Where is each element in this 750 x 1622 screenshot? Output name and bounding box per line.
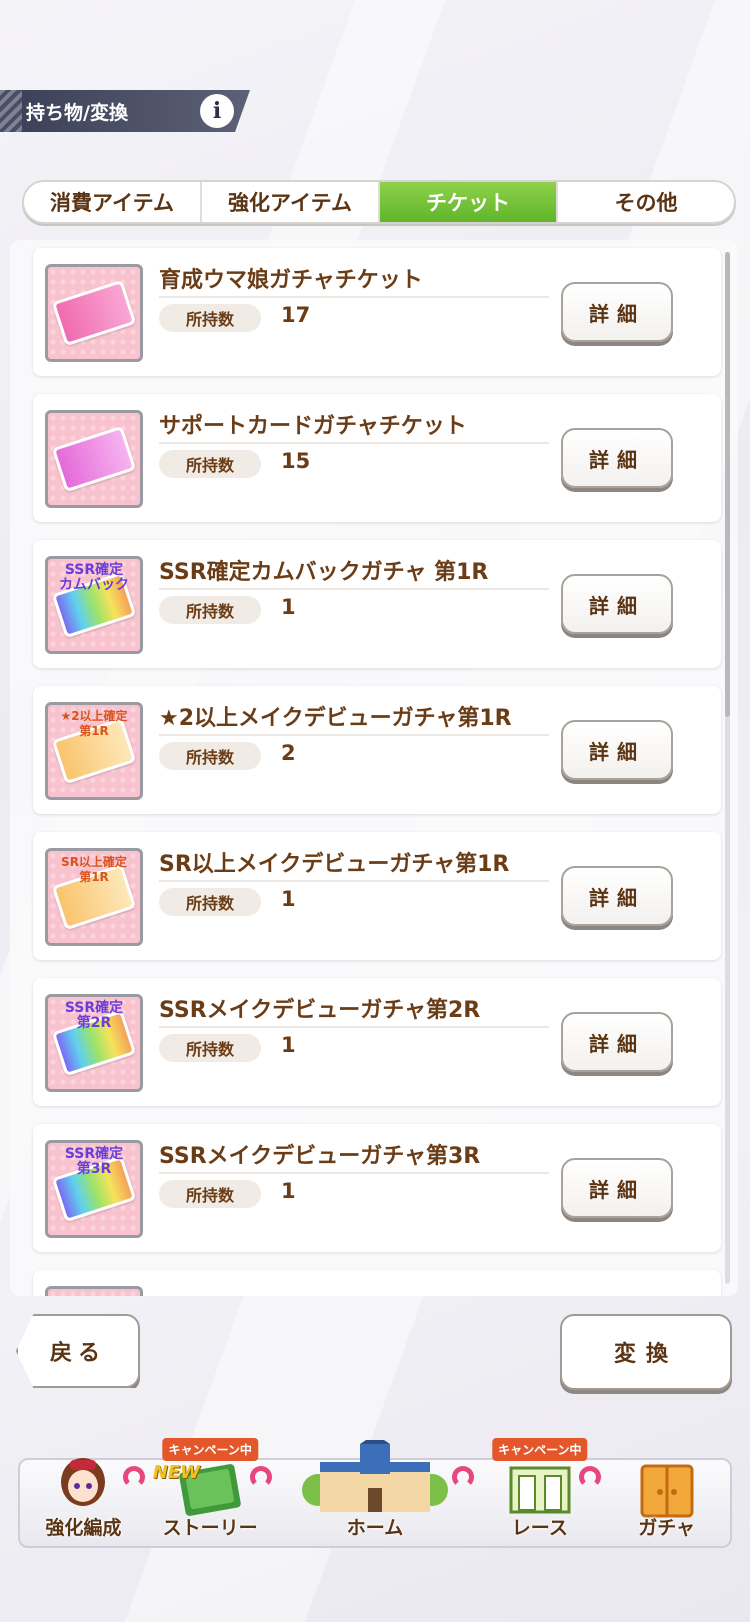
scrollbar[interactable]	[725, 252, 730, 1284]
divider	[159, 880, 549, 882]
count-label: 所持数	[159, 1180, 261, 1208]
nav-gacha[interactable]: ガチャ	[603, 1460, 730, 1546]
ssr-debut-3r-ticket-icon: SSR確定 第3R	[45, 1140, 143, 1238]
tab-enhancement[interactable]: 強化アイテム	[202, 182, 380, 222]
nav-home[interactable]: ホーム	[274, 1440, 477, 1546]
ticket-label: SSR確定 第3R	[64, 1146, 124, 1177]
race-gate-icon	[509, 1466, 571, 1514]
count-label: 所持数	[159, 742, 261, 770]
divider	[159, 442, 549, 444]
list-item: SSR確定 カムバック SSR確定カムバックガチャ 第1R 所持数 1 詳細	[33, 540, 721, 668]
ticket-label: ★2以上確定 第1R	[60, 709, 128, 738]
detail-button[interactable]: 詳細	[561, 1158, 673, 1218]
character-gacha-ticket-icon	[45, 264, 143, 362]
character-avatar-icon	[61, 1458, 106, 1506]
count-label: 所持数	[159, 596, 261, 624]
item-name: 育成ウマ娘ガチャチケット	[159, 268, 423, 293]
horseshoe-icon	[452, 1466, 475, 1488]
nav-label: 強化編成	[45, 1517, 122, 1539]
detail-button[interactable]: 詳細	[561, 720, 673, 780]
detail-button[interactable]: 詳細	[561, 866, 673, 926]
ticket-label: SR以上確定 第1R	[61, 855, 127, 884]
list-item: サポートカードガチャチケット 所持数 15 詳細	[33, 394, 721, 522]
sr-debut-ticket-icon: SR以上確定 第1R	[45, 848, 143, 946]
new-badge: NEW	[152, 1462, 200, 1483]
divider	[159, 1172, 549, 1174]
horseshoe-icon	[579, 1466, 602, 1488]
list-item: SSR確定 第3R SSRメイクデビューガチャ第3R 所持数 1 詳細	[33, 1124, 721, 1252]
item-name: SSRメイクデビューガチャ第2R	[159, 998, 481, 1023]
list-item: SSR確定 第2R SSRメイクデビューガチャ第2R 所持数 1 詳細	[33, 978, 721, 1106]
star2-debut-ticket-icon: ★2以上確定 第1R	[45, 702, 143, 800]
count-label: 所持数	[159, 304, 261, 332]
detail-button[interactable]: 詳細	[561, 574, 673, 634]
count-value: 17	[281, 303, 311, 327]
count-label: 所持数	[159, 1034, 261, 1062]
nav-label: ホーム	[346, 1517, 404, 1539]
support-card-gacha-ticket-icon	[45, 410, 143, 508]
page-title: 持ち物/変換	[26, 101, 128, 124]
list-item: SR以上確定 第1R SR以上メイクデビューガチャ第1R 所持数 1 詳細	[33, 832, 721, 960]
gacha-door-icon	[640, 1464, 694, 1518]
count-value: 1	[281, 1033, 296, 1057]
tab-other[interactable]: その他	[558, 182, 734, 222]
count-value: 1	[281, 595, 296, 619]
bottom-nav: 強化編成 キャンペーン中 NEW ストーリー ホーム キャンペーン中 レース ガ…	[18, 1438, 732, 1548]
tab-tickets[interactable]: チケット	[380, 182, 558, 222]
title-stripe	[0, 90, 22, 132]
detail-button[interactable]: 詳細	[561, 428, 673, 488]
ssr-debut-2r-ticket-icon: SSR確定 第2R	[45, 994, 143, 1092]
ticket-label: SSR確定 カムバック	[59, 562, 129, 593]
school-building-icon	[301, 1440, 448, 1512]
page-title-bar: 持ち物/変換 i	[0, 90, 250, 132]
ssr-comeback-ticket-icon: SSR確定 カムバック	[45, 556, 143, 654]
scroll-thumb[interactable]	[725, 252, 730, 717]
count-value: 1	[281, 1179, 296, 1203]
count-label: 所持数	[159, 888, 261, 916]
horseshoe-icon	[122, 1466, 145, 1488]
campaign-badge: キャンペーン中	[492, 1438, 588, 1461]
count-value: 1	[281, 887, 296, 911]
divider	[159, 734, 549, 736]
detail-button[interactable]: 詳細	[561, 1012, 673, 1072]
nav-label: ガチャ	[638, 1517, 695, 1539]
ticket-list[interactable]: 育成ウマ娘ガチャチケット 所持数 17 詳細 サポートカードガチャチケット 所持…	[10, 240, 738, 1296]
partial-ticket-icon	[45, 1286, 143, 1296]
item-name: SSRメイクデビューガチャ第3R	[159, 1144, 481, 1169]
ticket-label: SSR確定 第2R	[64, 1000, 124, 1031]
item-name: サポートカードガチャチケット	[159, 414, 467, 439]
nav-label: ストーリー	[162, 1517, 258, 1539]
item-name: SSR確定カムバックガチャ 第1R	[159, 560, 489, 585]
count-label: 所持数	[159, 450, 261, 478]
count-value: 2	[281, 741, 296, 765]
detail-button[interactable]: 詳細	[561, 282, 673, 342]
nav-enhance-formation[interactable]: 強化編成	[20, 1458, 147, 1546]
list-item-partial	[33, 1270, 721, 1296]
nav-story[interactable]: キャンペーン中 NEW ストーリー	[147, 1438, 274, 1546]
nav-label: レース	[511, 1517, 568, 1539]
item-name: SR以上メイクデビューガチャ第1R	[159, 852, 510, 877]
tab-consumables[interactable]: 消費アイテム	[24, 182, 202, 222]
category-tabs: 消費アイテム 強化アイテム チケット その他	[22, 180, 736, 224]
back-button[interactable]: 戻る	[16, 1314, 140, 1388]
info-icon[interactable]: i	[200, 94, 234, 128]
convert-button[interactable]: 変換	[560, 1314, 732, 1390]
list-item: 育成ウマ娘ガチャチケット 所持数 17 詳細	[33, 248, 721, 376]
divider	[159, 1026, 549, 1028]
item-name: ★2以上メイクデビューガチャ第1R	[159, 706, 512, 731]
horseshoe-icon	[249, 1466, 272, 1488]
divider	[159, 588, 549, 590]
count-value: 15	[281, 449, 311, 473]
divider	[159, 296, 549, 298]
nav-race[interactable]: キャンペーン中 レース	[476, 1438, 603, 1546]
list-item: ★2以上確定 第1R ★2以上メイクデビューガチャ第1R 所持数 2 詳細	[33, 686, 721, 814]
campaign-badge: キャンペーン中	[162, 1438, 258, 1461]
